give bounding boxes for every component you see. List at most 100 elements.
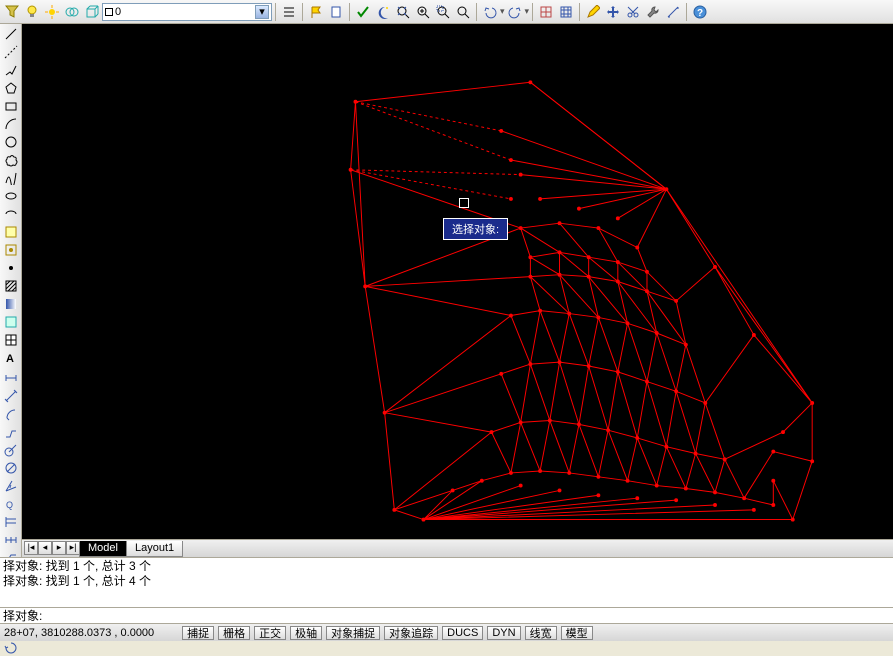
- insert-block-icon[interactable]: [3, 224, 19, 240]
- circle-tool-icon[interactable]: [3, 134, 19, 150]
- status-bar: 28+07, 3810288.0373 , 0.0000 捕捉 栅格 正交 极轴…: [0, 623, 893, 641]
- wrench-icon[interactable]: [645, 4, 661, 20]
- angular-dim-icon[interactable]: [3, 478, 19, 494]
- help-icon[interactable]: ?: [692, 4, 708, 20]
- pencil-icon[interactable]: [585, 4, 601, 20]
- triangulated-mesh: [22, 24, 893, 539]
- layer-name: 0: [115, 6, 121, 18]
- tab-model-label: Model: [88, 542, 118, 554]
- status-grid[interactable]: 栅格: [218, 626, 250, 640]
- baseline-dim-icon[interactable]: [3, 514, 19, 530]
- command-history: 择对象: 找到 1 个, 总计 3 个 择对象: 找到 1 个, 总计 4 个: [0, 557, 893, 607]
- polyline-tool-icon[interactable]: [3, 62, 19, 78]
- separator: [476, 3, 477, 21]
- separator: [275, 3, 276, 21]
- lightbulb-on-icon[interactable]: [24, 4, 40, 20]
- night-stars-icon[interactable]: [375, 4, 391, 20]
- properties-list-icon[interactable]: [281, 4, 297, 20]
- layer-dropdown[interactable]: 0 ▾: [102, 3, 272, 21]
- measure-icon[interactable]: [665, 4, 681, 20]
- tab-layout1[interactable]: Layout1: [126, 541, 183, 557]
- table-insert-icon[interactable]: [3, 332, 19, 348]
- svg-text:A: A: [6, 353, 14, 365]
- status-snap[interactable]: 捕捉: [182, 626, 214, 640]
- tab-model[interactable]: Model: [79, 541, 127, 557]
- undo-icon[interactable]: [482, 4, 498, 20]
- command-prompt-text: 择对象:: [3, 607, 42, 624]
- sun-freeze-icon[interactable]: [44, 4, 60, 20]
- polygon-tool-icon[interactable]: [3, 80, 19, 96]
- layer-color-swatch: [105, 8, 113, 16]
- grid-tool-icon[interactable]: [538, 4, 554, 20]
- status-dyn[interactable]: DYN: [487, 626, 520, 640]
- aligned-dim-icon[interactable]: [3, 388, 19, 404]
- tab-prev-icon[interactable]: ◂: [38, 541, 52, 555]
- multiline-text-icon[interactable]: A: [3, 350, 19, 366]
- model-viewport[interactable]: 选择对象:: [22, 24, 893, 539]
- move-icon[interactable]: [605, 4, 621, 20]
- continue-dim-icon[interactable]: [3, 532, 19, 548]
- circles-icon[interactable]: [64, 4, 80, 20]
- diameter-dim-icon[interactable]: [3, 460, 19, 476]
- tab-first-icon[interactable]: |◂: [24, 541, 38, 555]
- status-polar[interactable]: 极轴: [290, 626, 322, 640]
- hatch-tool-icon[interactable]: [3, 278, 19, 294]
- left-toolbar: A Q A A: [0, 24, 22, 557]
- region-tool-icon[interactable]: [3, 314, 19, 330]
- command-prompt[interactable]: 择对象:: [0, 607, 893, 623]
- linear-dim-icon[interactable]: [3, 370, 19, 386]
- line-tool-icon[interactable]: [3, 26, 19, 42]
- chevron-down-icon[interactable]: ▾: [255, 5, 269, 19]
- rectangle-icon[interactable]: [3, 98, 19, 114]
- layout-tabbar: |◂ ◂ ▸ ▸| Model Layout1: [22, 539, 893, 557]
- revision-cloud-icon[interactable]: [3, 152, 19, 168]
- gradient-tool-icon[interactable]: [3, 296, 19, 312]
- scissors-icon[interactable]: [625, 4, 641, 20]
- viewport-wrap: 选择对象: |◂ ◂ ▸ ▸| Model Layout1: [22, 24, 893, 557]
- status-ortho[interactable]: 正交: [254, 626, 286, 640]
- ellipse-arc-icon[interactable]: [3, 206, 19, 222]
- zoom-in-icon[interactable]: [415, 4, 431, 20]
- status-ducs[interactable]: DUCS: [442, 626, 483, 640]
- main-area: A Q A A: [0, 24, 893, 557]
- top-toolbar: 0 ▾ ▾ ▾ ?: [0, 0, 893, 24]
- command-line: 择对象: 找到 1 个, 总计 3 个: [3, 559, 890, 574]
- pickbox-cursor: [459, 198, 469, 208]
- status-lwt[interactable]: 线宽: [525, 626, 557, 640]
- zoom-window-icon[interactable]: [435, 4, 451, 20]
- zoom-realtime-icon[interactable]: [455, 4, 471, 20]
- separator: [686, 3, 687, 21]
- separator: [302, 3, 303, 21]
- ordinate-dim-icon[interactable]: [3, 424, 19, 440]
- status-otrack[interactable]: 对象追踪: [384, 626, 438, 640]
- dim-update-icon[interactable]: [3, 640, 19, 656]
- separator: [532, 3, 533, 21]
- make-block-icon[interactable]: [3, 242, 19, 258]
- table-tool-icon[interactable]: [558, 4, 574, 20]
- redo-icon[interactable]: [507, 4, 523, 20]
- svg-text:?: ?: [697, 8, 703, 19]
- separator: [349, 3, 350, 21]
- status-model[interactable]: 模型: [561, 626, 593, 640]
- radius-dim-icon[interactable]: [3, 442, 19, 458]
- construction-line-icon[interactable]: [3, 44, 19, 60]
- box-icon[interactable]: [84, 4, 100, 20]
- status-osnap[interactable]: 对象捕捉: [326, 626, 380, 640]
- tab-next-icon[interactable]: ▸: [52, 541, 66, 555]
- tab-last-icon[interactable]: ▸|: [66, 541, 80, 555]
- tab-layout1-label: Layout1: [135, 542, 174, 554]
- flag-icon[interactable]: [308, 4, 324, 20]
- separator: [579, 3, 580, 21]
- layer-filter-icon[interactable]: [4, 4, 20, 20]
- arc-tool-icon[interactable]: [3, 116, 19, 132]
- point-tool-icon[interactable]: [3, 260, 19, 276]
- spline-tool-icon[interactable]: [3, 170, 19, 186]
- arc-dim-icon[interactable]: [3, 406, 19, 422]
- new-doc-icon[interactable]: [328, 4, 344, 20]
- check-icon[interactable]: [355, 4, 371, 20]
- command-line: 择对象: 找到 1 个, 总计 4 个: [3, 574, 890, 589]
- zoom-extents-icon[interactable]: [395, 4, 411, 20]
- svg-text:Q: Q: [6, 500, 13, 510]
- quick-dim-icon[interactable]: Q: [3, 496, 19, 512]
- ellipse-tool-icon[interactable]: [3, 188, 19, 204]
